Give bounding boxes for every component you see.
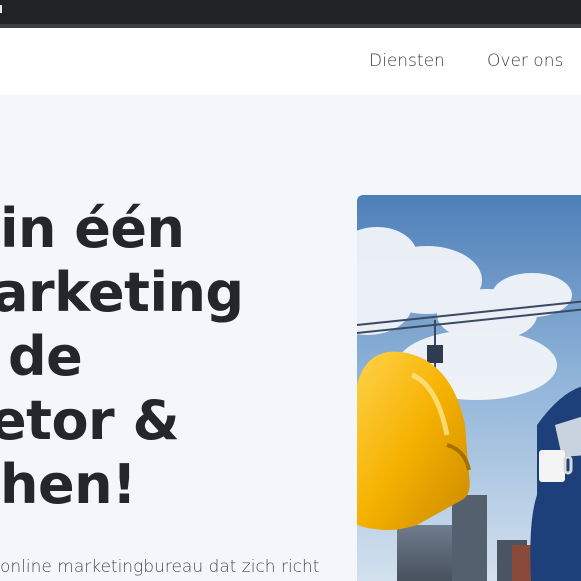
hero-heading-line: etor & — [0, 389, 180, 452]
hero-illustration — [357, 195, 581, 581]
nav-link-diensten[interactable]: Diensten — [369, 51, 445, 71]
hero-section: in één arketing de etor & hen! online ma… — [0, 95, 581, 581]
hero-heading-line: in één — [0, 197, 185, 260]
tab-edge-mark — [0, 5, 2, 13]
hero-heading: in één arketing de etor & hen! — [0, 197, 244, 517]
hero-subtext: online marketingbureau dat zich richt — [0, 557, 320, 577]
hero-heading-line: hen! — [0, 453, 137, 516]
hero-image-construction-worker — [357, 195, 581, 581]
hero-heading-line: arketing — [0, 261, 244, 324]
site-navbar: Diensten Over ons — [0, 28, 581, 95]
browser-top-bar — [0, 0, 581, 24]
nav-link-over-ons[interactable]: Over ons — [487, 51, 563, 71]
hero-heading-line: de — [8, 325, 83, 388]
